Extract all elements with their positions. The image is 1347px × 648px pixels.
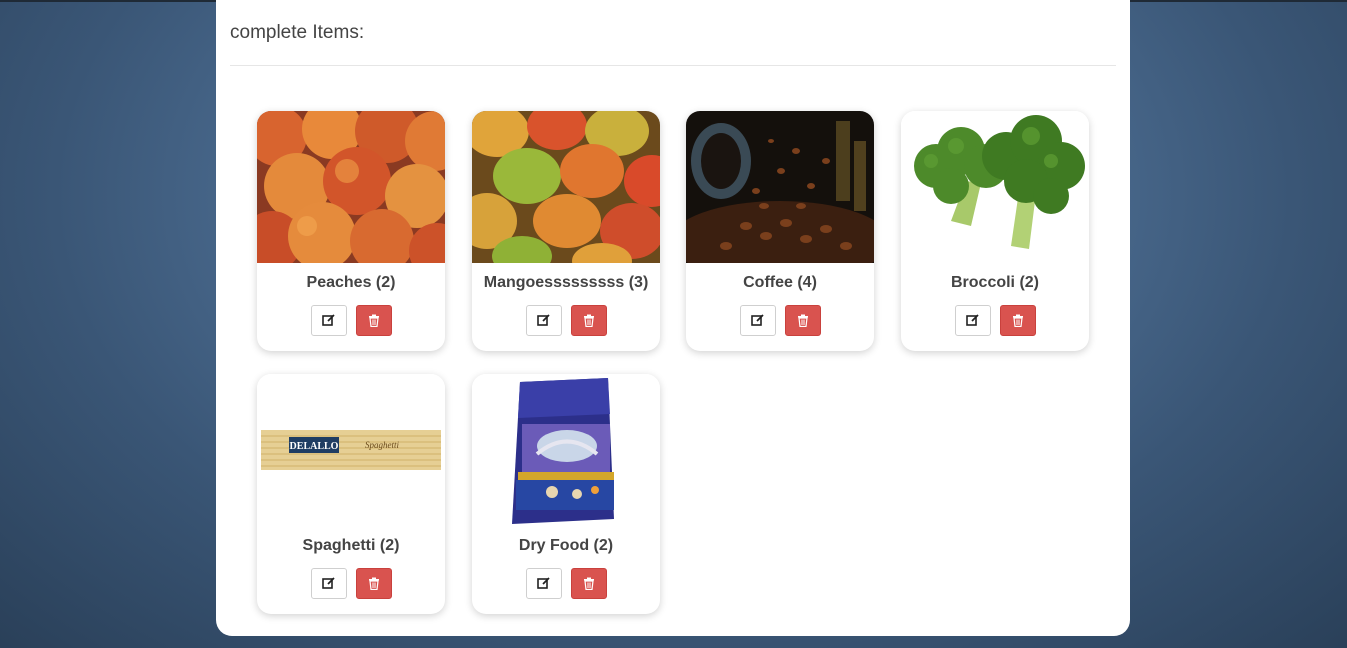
edit-button[interactable] bbox=[739, 305, 776, 336]
edit-button[interactable] bbox=[310, 568, 347, 599]
delete-button[interactable] bbox=[570, 305, 607, 336]
item-name: Peaches (2) bbox=[306, 274, 396, 291]
edit-button[interactable] bbox=[954, 305, 991, 336]
edit-button[interactable] bbox=[310, 305, 347, 336]
item-name: Mangoesssssssss (3) bbox=[483, 274, 649, 291]
dry-food-image bbox=[472, 374, 660, 526]
edit-icon bbox=[322, 314, 335, 326]
delete-button[interactable] bbox=[999, 305, 1036, 336]
edit-icon bbox=[537, 314, 550, 326]
edit-button[interactable] bbox=[525, 305, 562, 336]
edit-icon bbox=[322, 577, 335, 589]
edit-button[interactable] bbox=[525, 568, 562, 599]
spaghetti-brand-text: DELALLO bbox=[290, 441, 339, 452]
mangoes-image bbox=[472, 111, 660, 263]
item-name: Dry Food (2) bbox=[518, 537, 614, 554]
delete-button[interactable] bbox=[355, 568, 392, 599]
trash-icon bbox=[583, 314, 594, 327]
panel-title: complete Items: bbox=[230, 22, 365, 43]
spaghetti-image: DELALLO Spaghetti bbox=[257, 374, 445, 526]
item-card-broccoli: Broccoli (2) bbox=[901, 111, 1089, 351]
edit-icon bbox=[751, 314, 764, 326]
delete-button[interactable] bbox=[355, 305, 392, 336]
trash-icon bbox=[583, 577, 594, 590]
trash-icon bbox=[368, 314, 379, 327]
coffee-image bbox=[686, 111, 874, 263]
spaghetti-name-text: Spaghetti bbox=[365, 440, 399, 450]
item-card-spaghetti: DELALLO Spaghetti Spaghetti (2) bbox=[257, 374, 445, 614]
item-name: Broccoli (2) bbox=[950, 274, 1039, 291]
delete-button[interactable] bbox=[784, 305, 821, 336]
item-name: Coffee (4) bbox=[743, 274, 817, 291]
complete-items-panel: complete Items: Peaches (2) Mangoessssss… bbox=[216, 0, 1130, 636]
item-card-mangoes: Mangoesssssssss (3) bbox=[472, 111, 660, 351]
edit-icon bbox=[537, 577, 550, 589]
edit-icon bbox=[966, 314, 979, 326]
item-card-peaches: Peaches (2) bbox=[257, 111, 445, 351]
item-card-dry-food: Dry Food (2) bbox=[472, 374, 660, 614]
item-name: Spaghetti (2) bbox=[302, 537, 400, 554]
trash-icon bbox=[1012, 314, 1023, 327]
trash-icon bbox=[797, 314, 808, 327]
trash-icon bbox=[368, 577, 379, 590]
broccoli-image bbox=[901, 111, 1089, 263]
item-card-coffee: Coffee (4) bbox=[686, 111, 874, 351]
header-divider bbox=[230, 65, 1116, 66]
delete-button[interactable] bbox=[570, 568, 607, 599]
peaches-image bbox=[257, 111, 445, 263]
